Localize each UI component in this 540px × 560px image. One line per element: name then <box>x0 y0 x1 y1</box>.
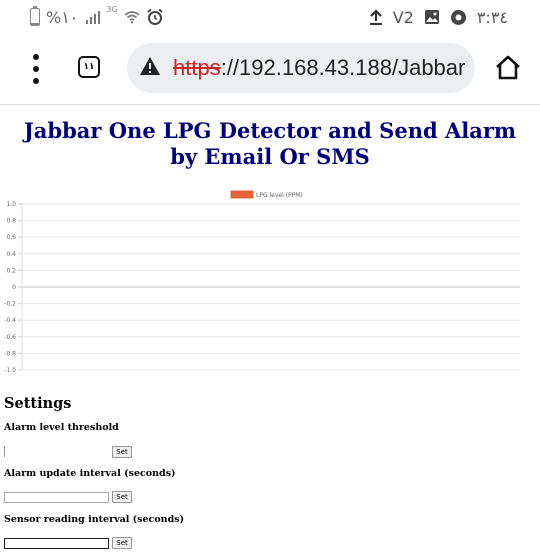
alarm-interval-label: Alarm update interval (seconds) <box>4 468 176 479</box>
alarm-interval-input[interactable] <box>4 492 109 503</box>
y-tick-label: 1.0 <box>6 201 16 208</box>
y-tick-label: 0.4 <box>6 251 16 258</box>
url-scheme: https <box>173 55 221 80</box>
y-tick-label: 0 <box>12 284 16 291</box>
status-right: V2 ٣:٣٤ <box>369 6 508 28</box>
menu-icon[interactable] <box>28 54 44 84</box>
url-host-path: ://192.168.43.188/Jabbar <box>220 55 466 80</box>
alarm-threshold-input[interactable] <box>4 446 109 457</box>
network-type: 3G <box>106 4 118 14</box>
signal-icon <box>86 10 101 24</box>
page-title: Jabbar One LPG Detector and Send Alarm b… <box>23 118 517 169</box>
tab-switcher-button[interactable]: ١١ <box>78 56 100 78</box>
sensor-interval-input[interactable] <box>4 538 109 549</box>
y-tick-label: -0.2 <box>4 301 16 308</box>
y-tick-label: -0.4 <box>4 317 16 324</box>
toolbar-divider <box>0 104 540 105</box>
legend-label: LPG level (PPM) <box>256 192 303 199</box>
browser-toolbar: ١١ https://192.168.43.188/Jabbar <box>0 42 540 98</box>
battery-percentage: %١٠ <box>46 7 79 27</box>
alarm-interval-set-button[interactable]: Set <box>112 491 132 503</box>
app-notification-icon <box>450 9 466 25</box>
upload-icon <box>369 9 382 25</box>
lpg-level-chart: LPG level (PPM) 1.0 0.8 0.6 0.4 0.2 0 -0.2 -0.4 -… <box>4 190 520 374</box>
sensor-interval-set-button[interactable]: Set <box>112 537 132 549</box>
battery-icon <box>30 6 40 26</box>
sensor-interval-label: Sensor reading interval (seconds) <box>4 514 185 525</box>
alarm-threshold-set-button[interactable]: Set <box>112 446 132 458</box>
wifi-icon <box>124 11 140 24</box>
alarm-icon <box>147 8 163 25</box>
image-icon <box>424 10 439 24</box>
y-tick-label: 0.6 <box>6 234 16 241</box>
address-bar[interactable]: https://192.168.43.188/Jabbar <box>127 43 475 93</box>
volte-indicator: V2 <box>392 7 414 27</box>
clock: ٣:٣٤ <box>476 7 508 27</box>
home-icon[interactable] <box>494 54 522 80</box>
alarm-threshold-label: Alarm level threshold <box>4 422 119 433</box>
legend-swatch[interactable] <box>230 190 254 199</box>
url-text[interactable]: https://192.168.43.188/Jabbar <box>173 55 465 81</box>
y-tick-label: -0.8 <box>4 350 16 357</box>
y-tick-label: 0.8 <box>6 218 16 225</box>
warning-icon[interactable] <box>139 56 161 76</box>
y-tick-label: -0.6 <box>4 334 16 341</box>
y-tick-label: 0.2 <box>6 267 16 274</box>
status-left: %١٠ 3G <box>30 4 164 28</box>
status-bar: %١٠ 3G V2 ٣:٣٤ <box>0 0 540 34</box>
y-tick-label: -1.0 <box>4 367 16 374</box>
settings-heading: Settings <box>4 395 72 412</box>
